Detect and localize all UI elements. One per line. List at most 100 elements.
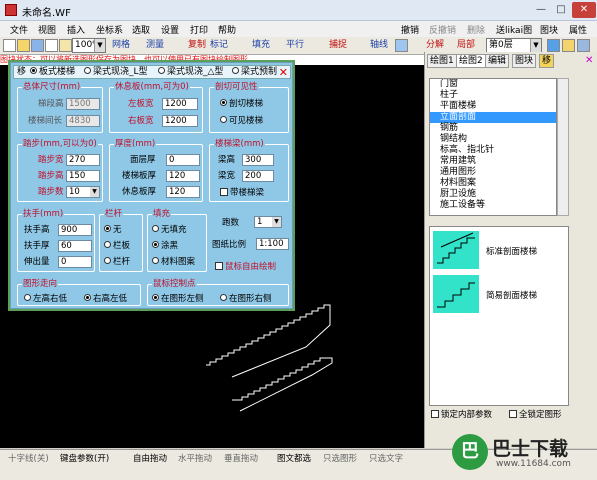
dialog-close-icon[interactable]: ✕ xyxy=(279,66,288,79)
step-height-field[interactable]: 150 xyxy=(66,170,100,182)
zoom-select[interactable]: 100% ▼ xyxy=(72,38,106,53)
menu-delete[interactable]: 删除 xyxy=(467,23,485,36)
stair-length-field[interactable]: 4830 xyxy=(66,115,100,127)
fill-button[interactable]: 填充 xyxy=(250,39,272,53)
menu-file[interactable]: 文件 xyxy=(10,23,28,36)
ctrl-right-radio[interactable]: 在图形右侧 xyxy=(220,294,272,304)
list-scrollbar[interactable] xyxy=(557,78,569,216)
new-file-icon[interactable] xyxy=(3,39,16,52)
menu-props[interactable]: 属性 xyxy=(569,23,587,36)
menu-send-drawing[interactable]: 送likai图 xyxy=(496,23,532,36)
layer-tool-icon[interactable] xyxy=(395,39,408,52)
save-icon[interactable] xyxy=(31,39,44,52)
lock-icon[interactable] xyxy=(562,39,575,52)
list-item[interactable]: 门窗 xyxy=(430,79,556,90)
railing-none-radio[interactable]: 无 xyxy=(104,225,122,235)
move-handle[interactable]: 移 xyxy=(17,67,26,78)
measure-button[interactable]: 测量 xyxy=(144,39,166,53)
fill-none-radio[interactable]: 无填充 xyxy=(152,225,187,235)
simple-stair-thumb[interactable] xyxy=(433,275,479,313)
menu-undo[interactable]: 撤销 xyxy=(401,23,419,36)
handrail-thick-field[interactable]: 60 xyxy=(58,240,92,252)
chevron-down-icon: ▼ xyxy=(530,39,541,52)
tab-draw1[interactable]: 绘图1 xyxy=(427,54,457,68)
list-item[interactable]: 常用建筑 xyxy=(430,156,556,167)
parallel-button[interactable]: 平行 xyxy=(284,39,306,53)
floor-thick-field[interactable]: 0 xyxy=(166,154,200,166)
list-item[interactable]: 材料图案 xyxy=(430,178,556,189)
print-icon[interactable] xyxy=(45,39,58,52)
menu-help[interactable]: 帮助 xyxy=(218,23,236,36)
railing-plate-radio[interactable]: 栏板 xyxy=(104,241,130,251)
menu-select[interactable]: 选取 xyxy=(132,23,150,36)
step-width-field[interactable]: 270 xyxy=(66,154,100,166)
lock-all-checkbox[interactable]: 全锁定图形 xyxy=(509,408,562,420)
fill-black-radio[interactable]: 涂黑 xyxy=(152,241,178,251)
left-rest-field[interactable]: 1200 xyxy=(162,98,198,110)
tab-move[interactable]: 移 xyxy=(539,54,555,68)
local-button[interactable]: 局部 xyxy=(455,39,477,53)
category-list[interactable]: 门窗 柱子 平面楼梯 立面剖面 钢筋 钢结构 标高、指北针 常用建筑 通用图形 … xyxy=(429,78,557,216)
menu-insert[interactable]: 插入 xyxy=(67,23,85,36)
layer-select[interactable]: 第0层 ▼ xyxy=(486,38,542,53)
grid-button[interactable]: 网格 xyxy=(110,39,132,53)
list-item[interactable]: 平面楼梯 xyxy=(430,101,556,112)
open-folder-icon[interactable] xyxy=(17,39,30,52)
menu-settings[interactable]: 设置 xyxy=(161,23,179,36)
rest-thick-field[interactable]: 120 xyxy=(166,186,200,198)
list-item[interactable]: 施工设备等 xyxy=(430,200,556,211)
list-item[interactable]: 标高、指北针 xyxy=(430,145,556,156)
options-icon[interactable] xyxy=(577,39,590,52)
tab-beam-stair-l[interactable]: 梁式现浇_L型 xyxy=(84,67,148,78)
tab-edit[interactable]: 编辑 xyxy=(485,54,510,68)
split-button[interactable]: 分解 xyxy=(424,39,446,53)
tab-beam-stair-precast[interactable]: 梁式预制 xyxy=(232,67,277,78)
close-button[interactable]: ✕ xyxy=(572,2,596,18)
list-item[interactable]: 厨卫设施 xyxy=(430,189,556,200)
stair-height-field[interactable]: 1500 xyxy=(66,98,100,110)
menu-block[interactable]: 图块 xyxy=(540,23,558,36)
stair-thick-field[interactable]: 120 xyxy=(166,170,200,182)
step-count-select[interactable]: 10 ▼ xyxy=(66,186,100,198)
scale-field[interactable]: 1:100 xyxy=(256,238,289,250)
left-high-radio[interactable]: 左高右低 xyxy=(24,294,67,304)
fill-material-radio[interactable]: 材料图案 xyxy=(152,257,195,267)
mouse-draw-checkbox[interactable]: 鼠标自由绘制 xyxy=(215,261,276,272)
right-high-radio[interactable]: 右高左低 xyxy=(84,294,127,304)
list-item-selected[interactable]: 立面剖面 xyxy=(430,112,556,123)
ctrl-left-radio[interactable]: 在图形左侧 xyxy=(152,294,204,304)
menu-print[interactable]: 打印 xyxy=(190,23,208,36)
cut-radio[interactable]: 剖切楼梯 xyxy=(220,99,263,109)
maximize-button[interactable]: □ xyxy=(550,2,572,18)
list-item[interactable]: 钢结构 xyxy=(430,134,556,145)
copy-button[interactable]: 复制 xyxy=(186,39,208,53)
runs-select[interactable]: 1 ▼ xyxy=(254,216,282,228)
railing-bar-radio[interactable]: 栏杆 xyxy=(104,257,130,267)
menu-coord[interactable]: 坐标系 xyxy=(96,23,123,36)
right-rest-field[interactable]: 1200 xyxy=(162,115,198,127)
beam-checkbox[interactable]: 带楼梯梁 xyxy=(220,187,264,198)
label-button[interactable]: 标记 xyxy=(208,39,230,53)
refresh-icon[interactable] xyxy=(547,39,560,52)
lock-internal-checkbox[interactable]: 锁定内部参数 xyxy=(431,408,492,420)
tab-draw2[interactable]: 绘图2 xyxy=(456,54,486,68)
axis-button[interactable]: 轴线 xyxy=(368,39,390,53)
handrail-height-field[interactable]: 900 xyxy=(58,224,92,236)
handrail-extend-field[interactable]: 0 xyxy=(58,256,92,268)
tab-beam-stair-tri[interactable]: 梁式现浇_△型 xyxy=(158,67,223,78)
beam-height-field[interactable]: 300 xyxy=(242,154,274,166)
list-item[interactable]: 通用图形 xyxy=(430,167,556,178)
menu-view[interactable]: 视图 xyxy=(38,23,56,36)
list-item[interactable]: 柱子 xyxy=(430,90,556,101)
snap-button[interactable]: 捕捉 xyxy=(327,39,349,53)
minimize-button[interactable]: — xyxy=(530,2,552,18)
menu-redo[interactable]: 反撤销 xyxy=(429,23,456,36)
visible-radio[interactable]: 可见楼梯 xyxy=(220,116,263,126)
close-panel-icon[interactable]: ✕ xyxy=(585,55,593,66)
list-item[interactable]: 钢筋 xyxy=(430,123,556,134)
standard-stair-thumb[interactable] xyxy=(433,231,479,269)
tab-board-stair[interactable]: 板式楼梯 xyxy=(30,67,75,78)
tab-block[interactable]: 图块 xyxy=(512,54,537,68)
cut-icon[interactable] xyxy=(59,39,72,52)
beam-width-field[interactable]: 200 xyxy=(242,170,274,182)
